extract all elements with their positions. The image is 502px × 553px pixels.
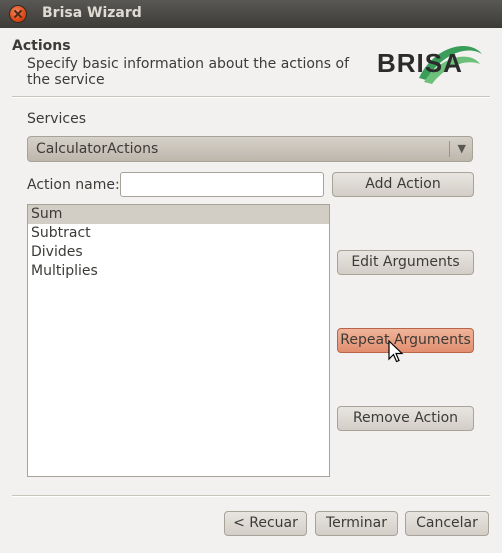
list-item[interactable]: Sum xyxy=(28,205,329,224)
footer-separator xyxy=(12,495,490,497)
mouse-pointer-icon xyxy=(388,340,404,363)
header-separator xyxy=(12,96,490,98)
list-item[interactable]: Subtract xyxy=(28,224,329,243)
page-title: Actions xyxy=(12,38,71,54)
actions-list[interactable]: Sum Subtract Divides Multiplies xyxy=(27,204,330,477)
back-button[interactable]: < Recuar xyxy=(224,511,307,536)
add-action-button[interactable]: Add Action xyxy=(332,172,474,197)
edit-arguments-button[interactable]: Edit Arguments xyxy=(337,250,474,275)
services-label: Services xyxy=(27,111,87,127)
action-name-label: Action name: xyxy=(27,177,120,193)
services-combobox[interactable]: CalculatorActions ▼ xyxy=(27,136,473,162)
svg-text:BRISA: BRISA xyxy=(377,48,463,78)
repeat-arguments-button[interactable]: Repeat Arguments xyxy=(337,328,474,353)
cancel-button[interactable]: Cancelar xyxy=(405,511,489,536)
services-selected: CalculatorActions xyxy=(36,141,159,157)
chevron-down-icon: ▼ xyxy=(457,142,466,155)
combo-separator xyxy=(449,141,450,157)
page-subtitle: Specify basic information about the acti… xyxy=(27,56,350,88)
window-titlebar: Brisa Wizard xyxy=(0,0,502,28)
list-item[interactable]: Multiplies xyxy=(28,262,329,281)
brisa-logo: BRISA xyxy=(377,46,482,84)
action-name-input[interactable] xyxy=(120,172,324,197)
list-item[interactable]: Divides xyxy=(28,243,329,262)
finish-button[interactable]: Terminar xyxy=(315,511,398,536)
close-icon[interactable] xyxy=(10,6,26,22)
window-title: Brisa Wizard xyxy=(42,5,142,21)
remove-action-button[interactable]: Remove Action xyxy=(337,406,474,431)
